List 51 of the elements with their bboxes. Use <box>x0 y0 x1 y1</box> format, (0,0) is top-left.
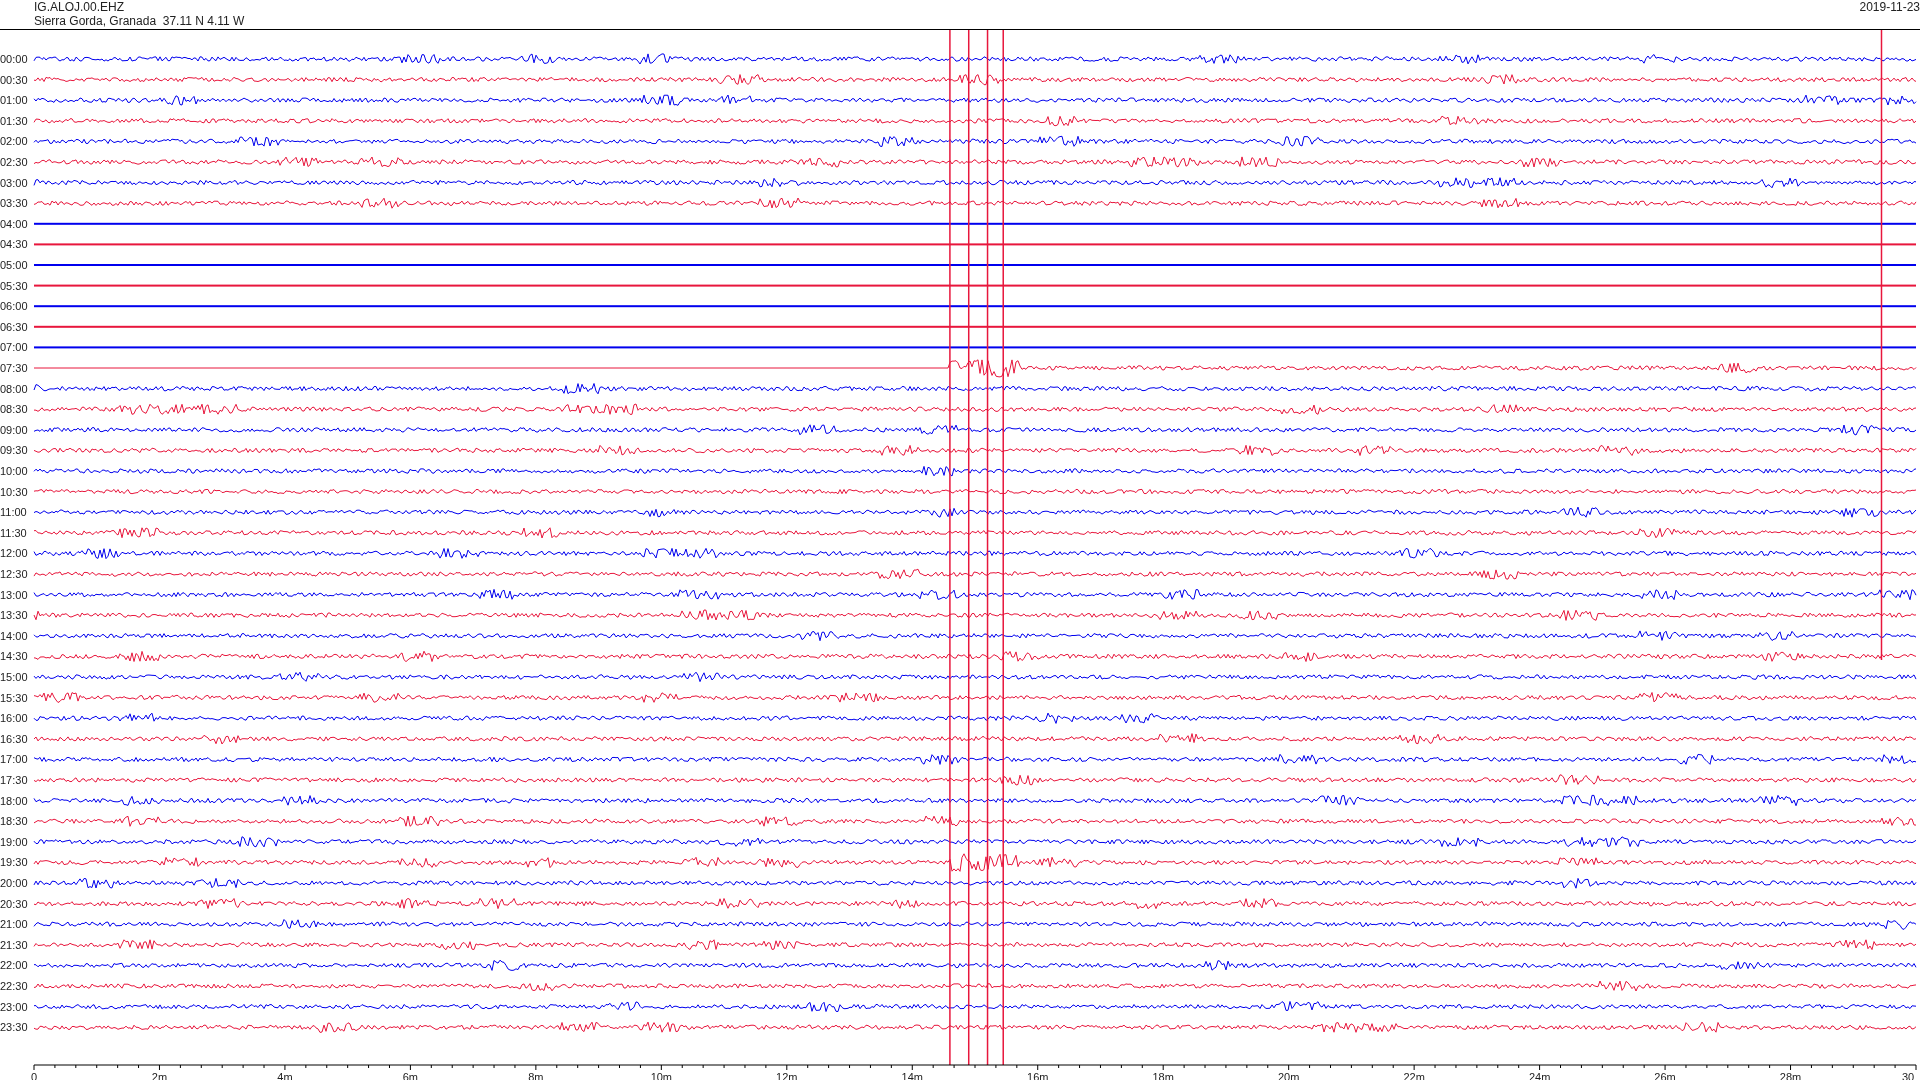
time-label: 19:00 <box>0 835 28 848</box>
time-label: 13:30 <box>0 609 28 622</box>
time-label: 06:00 <box>0 300 28 313</box>
time-label: 16:30 <box>0 732 28 745</box>
time-label: 17:00 <box>0 753 28 766</box>
time-label: 23:00 <box>0 1000 28 1013</box>
time-label: 21:00 <box>0 918 28 931</box>
time-label: 01:00 <box>0 94 28 107</box>
time-label: 13:00 <box>0 588 28 601</box>
time-label: 18:30 <box>0 815 28 828</box>
time-label: 20:30 <box>0 897 28 910</box>
time-label: 14:00 <box>0 629 28 642</box>
time-label: 14:30 <box>0 650 28 663</box>
time-label: 04:30 <box>0 238 28 251</box>
plot-date: 2019-11-23 <box>1859 0 1920 14</box>
time-label: 19:30 <box>0 856 28 869</box>
time-label: 10:00 <box>0 465 28 477</box>
time-label: 22:30 <box>0 980 28 992</box>
time-label: 11:30 <box>0 526 27 539</box>
time-label: 06:30 <box>0 320 28 333</box>
time-label: 15:30 <box>0 691 28 704</box>
time-label: 07:30 <box>0 362 28 374</box>
time-label: 23:30 <box>0 1021 28 1034</box>
time-label: 18:00 <box>0 794 28 807</box>
time-label: 08:30 <box>0 403 28 416</box>
time-label: 11:00 <box>0 506 27 519</box>
time-label: 03:00 <box>0 176 28 189</box>
time-label: 02:30 <box>0 156 28 168</box>
time-label: 17:30 <box>0 774 28 786</box>
time-label: 01:30 <box>0 114 28 127</box>
time-label: 05:00 <box>0 259 28 271</box>
time-label: 12:00 <box>0 547 28 560</box>
time-label: 21:30 <box>0 938 28 951</box>
time-label: 02:00 <box>0 135 28 148</box>
station-code: IG.ALOJ.00.EHZ <box>34 0 126 14</box>
time-label: 10:30 <box>0 485 28 498</box>
time-label: 09:30 <box>0 444 28 457</box>
time-label: 03:30 <box>0 197 28 210</box>
time-label: 22:00 <box>0 959 28 972</box>
time-label: 15:00 <box>0 671 28 683</box>
time-label: 16:00 <box>0 712 28 725</box>
time-label: 07:00 <box>0 341 28 354</box>
time-label: 12:30 <box>0 568 28 580</box>
time-label: 05:30 <box>0 279 28 292</box>
time-label: 00:00 <box>0 53 28 65</box>
time-label: 00:30 <box>0 73 28 86</box>
station-location: Sierra Gorda, Granada 37.11 N 4.11 W <box>34 14 245 28</box>
time-label: 08:00 <box>0 382 28 395</box>
time-label: 20:00 <box>0 877 28 889</box>
time-label: 04:00 <box>0 217 28 230</box>
time-label: 09:00 <box>0 423 28 436</box>
